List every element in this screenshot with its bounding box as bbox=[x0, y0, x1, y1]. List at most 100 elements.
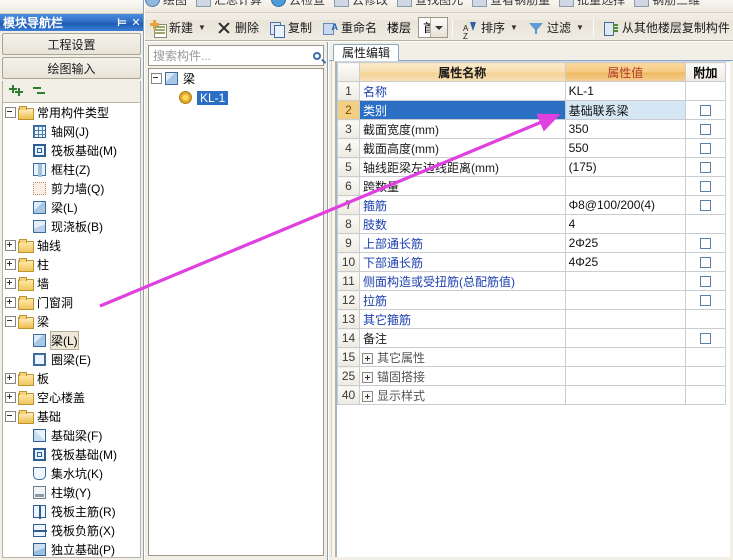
tree-item-component[interactable]: 筏板基础(M) bbox=[3, 141, 140, 160]
property-name-cell[interactable]: 上部通长筋 bbox=[359, 233, 566, 253]
property-row[interactable]: 4 截面高度(mm) 550 bbox=[337, 138, 727, 158]
property-row[interactable]: 1 名称 KL-1 bbox=[337, 81, 727, 101]
floor-select-chevron-down-icon[interactable] bbox=[430, 18, 448, 37]
tree-item-folder[interactable]: 梁 bbox=[149, 69, 323, 88]
search-input[interactable] bbox=[149, 46, 310, 65]
extra-checkbox[interactable] bbox=[699, 238, 711, 250]
tree-item-component[interactable]: 圈梁(E) bbox=[3, 350, 140, 369]
expand-group-icon[interactable] bbox=[362, 390, 374, 402]
property-extra-cell[interactable] bbox=[684, 271, 727, 291]
expand-all-icon[interactable] bbox=[9, 85, 25, 98]
extra-checkbox[interactable] bbox=[699, 333, 711, 345]
tab-property-editor[interactable]: 属性编辑 bbox=[333, 44, 400, 62]
filter-button[interactable]: 过滤 ▼ bbox=[524, 17, 588, 39]
property-row[interactable]: 15 其它属性 bbox=[337, 347, 727, 367]
property-extra-cell[interactable] bbox=[684, 81, 727, 101]
extra-checkbox[interactable] bbox=[699, 200, 711, 212]
tree-item-folder[interactable]: 柱 bbox=[3, 255, 140, 274]
header-property-value[interactable]: 属性值 bbox=[564, 62, 686, 82]
property-row[interactable]: 5 轴线距梁左边线距离(mm) (175) bbox=[337, 157, 727, 177]
property-value-cell[interactable] bbox=[564, 309, 686, 329]
property-value-cell[interactable]: (175) bbox=[564, 157, 686, 177]
sort-button[interactable]: 排序 ▼ bbox=[458, 17, 522, 48]
extra-checkbox[interactable] bbox=[699, 143, 711, 155]
toolbar-cloud-edit-button[interactable]: 云修改 bbox=[334, 0, 388, 8]
property-name-cell[interactable]: 下部通长筋 bbox=[359, 252, 566, 272]
property-extra-cell[interactable] bbox=[684, 100, 727, 120]
property-value-cell[interactable] bbox=[564, 347, 686, 367]
collapse-icon[interactable] bbox=[5, 411, 16, 422]
tree-item-component[interactable]: 基础梁(F) bbox=[3, 426, 140, 445]
tree-item-component[interactable]: 剪力墙(Q) bbox=[3, 179, 140, 198]
toolbar-find-element-button[interactable]: 查找图元 bbox=[397, 0, 463, 8]
toolbar-draw-button[interactable]: 绘图 bbox=[145, 0, 187, 8]
expand-icon[interactable] bbox=[5, 278, 16, 289]
property-name-cell[interactable]: 备注 bbox=[359, 328, 566, 348]
property-value-cell[interactable] bbox=[564, 271, 686, 291]
tree-item-folder[interactable]: 门窗洞 bbox=[3, 293, 140, 312]
property-value-cell[interactable] bbox=[564, 385, 686, 405]
property-extra-cell[interactable] bbox=[684, 328, 727, 348]
property-row[interactable]: 25 锚固搭接 bbox=[337, 366, 727, 386]
nav-button-drawing-input[interactable]: 绘图输入 bbox=[2, 57, 141, 79]
extra-checkbox[interactable] bbox=[699, 124, 711, 136]
collapse-all-icon[interactable] bbox=[33, 85, 47, 98]
extra-checkbox[interactable] bbox=[699, 105, 711, 117]
tree-item-component[interactable]: 柱墩(Y) bbox=[3, 483, 140, 502]
property-extra-cell[interactable] bbox=[684, 138, 727, 158]
property-row[interactable]: 2 类别 基础联系梁 bbox=[337, 100, 727, 120]
expand-icon[interactable] bbox=[5, 392, 16, 403]
property-value-cell[interactable]: 550 bbox=[564, 138, 686, 158]
property-name-cell[interactable]: 跨数量 bbox=[359, 176, 566, 196]
property-name-cell[interactable]: 截面宽度(mm) bbox=[359, 119, 566, 139]
search-box[interactable] bbox=[148, 45, 324, 66]
property-value-cell[interactable]: 2Φ25 bbox=[564, 233, 686, 253]
search-icon[interactable] bbox=[310, 46, 323, 65]
tree-item-component[interactable]: 框柱(Z) bbox=[3, 160, 140, 179]
tree-item-folder[interactable]: 板 bbox=[3, 369, 140, 388]
floor-select[interactable]: 首层 bbox=[418, 17, 449, 38]
collapse-icon[interactable] bbox=[5, 316, 16, 327]
property-value-cell[interactable] bbox=[564, 328, 686, 348]
tree-item-component[interactable]: 梁(L) bbox=[3, 198, 140, 217]
property-extra-cell[interactable] bbox=[684, 309, 727, 329]
tree-item-component[interactable]: 集水坑(K) bbox=[3, 464, 140, 483]
expand-icon[interactable] bbox=[5, 259, 16, 270]
property-extra-cell[interactable] bbox=[684, 233, 727, 253]
property-row[interactable]: 8 肢数 4 bbox=[337, 214, 727, 234]
nav-tree[interactable]: 常用构件类型 轴网(J) 筏板基础(M) 框柱(Z) 剪力墙(Q) 梁(L) 现浇板(B) 轴… bbox=[2, 103, 141, 558]
property-extra-cell[interactable] bbox=[684, 385, 727, 405]
tree-item-folder[interactable]: 梁 bbox=[3, 312, 140, 331]
tree-item-component[interactable]: 筏板基础(M) bbox=[3, 445, 140, 464]
collapse-icon[interactable] bbox=[5, 107, 16, 118]
property-row[interactable]: 6 跨数量 bbox=[337, 176, 727, 196]
extra-checkbox[interactable] bbox=[699, 295, 711, 307]
property-row[interactable]: 14 备注 bbox=[337, 328, 727, 348]
property-extra-cell[interactable] bbox=[684, 214, 727, 234]
tree-item-folder[interactable]: 空心楼盖 bbox=[3, 388, 140, 407]
toolbar-cloud-check-button[interactable]: 云检查 bbox=[271, 0, 325, 8]
property-value-cell[interactable] bbox=[564, 290, 686, 310]
tree-item-component[interactable]: 梁(L) bbox=[3, 331, 140, 350]
property-name-cell[interactable]: 其它箍筋 bbox=[359, 309, 566, 329]
header-extra[interactable]: 附加 bbox=[684, 62, 727, 82]
property-row[interactable]: 3 截面宽度(mm) 350 bbox=[337, 119, 727, 139]
rename-button[interactable]: 重命名 bbox=[318, 16, 381, 39]
tree-item-component[interactable]: 现浇板(B) bbox=[3, 217, 140, 236]
collapse-icon[interactable] bbox=[151, 73, 162, 84]
property-name-cell[interactable]: 名称 bbox=[359, 81, 566, 101]
delete-button[interactable]: 删除 bbox=[212, 17, 263, 39]
property-value-cell[interactable] bbox=[564, 176, 686, 196]
expand-group-icon[interactable] bbox=[362, 371, 374, 383]
extra-checkbox[interactable] bbox=[699, 276, 711, 288]
property-name-cell[interactable]: 类别 bbox=[359, 100, 566, 120]
property-row[interactable]: 9 上部通长筋 2Φ25 bbox=[337, 233, 727, 253]
property-value-cell[interactable]: KL-1 bbox=[564, 81, 686, 101]
toolbar-view-rebar-button[interactable]: 查看钢筋量 bbox=[472, 0, 550, 8]
expand-icon[interactable] bbox=[5, 297, 16, 308]
property-extra-cell[interactable] bbox=[684, 195, 727, 215]
property-name-cell[interactable]: 箍筋 bbox=[359, 195, 566, 215]
expand-icon[interactable] bbox=[5, 373, 16, 384]
copy-from-other-floor-button[interactable]: 从其他楼层复制构件 bbox=[599, 17, 733, 39]
property-value-cell[interactable]: 4Φ25 bbox=[564, 252, 686, 272]
